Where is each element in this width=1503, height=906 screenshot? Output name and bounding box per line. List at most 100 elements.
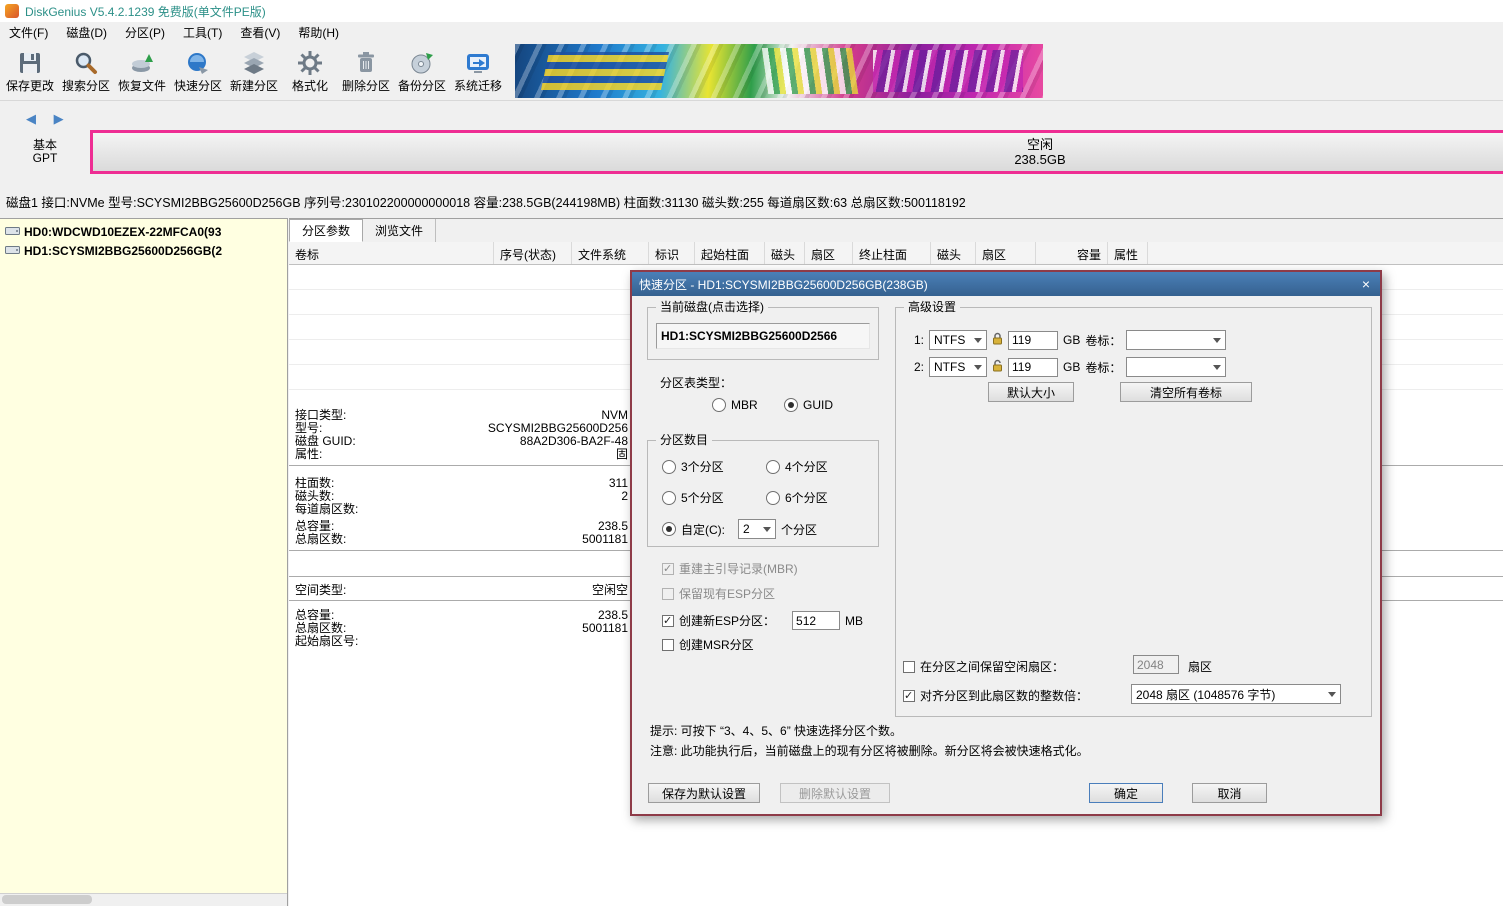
col-status: 序号(状态) — [494, 242, 572, 264]
partition-count-group: 分区数目 3个分区 4个分区 5个分区 6个分区 自定(C): 2 个分区 — [647, 433, 879, 547]
partition-row-1: 1: NTFS GB 卷标： — [914, 330, 1227, 350]
format-button[interactable]: 格式化 — [282, 43, 338, 99]
create-esp-checkbox[interactable] — [662, 614, 674, 627]
hard-disk-icon — [5, 224, 20, 240]
dialog-titlebar[interactable]: 快速分区 - HD1:SCYSMI2BBG25600D256GB(238GB) … — [632, 272, 1380, 296]
lock-open-icon[interactable] — [992, 359, 1003, 375]
rebuild-mbr-option: 重建主引导记录(MBR) — [662, 560, 798, 577]
format-gear-icon — [297, 50, 323, 79]
delete-partition-button[interactable]: 删除分区 — [338, 43, 394, 99]
tab-partition-parameters[interactable]: 分区参数 — [289, 219, 364, 242]
count-3-radio[interactable] — [662, 459, 676, 474]
col-sector: 扇区 — [805, 242, 853, 264]
advanced-settings-label: 高级设置 — [904, 300, 961, 314]
volume-label-select-1[interactable] — [1126, 330, 1227, 350]
new-partition-button[interactable]: 新建分区 — [226, 43, 282, 99]
col-sector-2: 扇区 — [976, 242, 1036, 264]
partition-2-index: 2: — [914, 360, 925, 374]
chevron-down-icon — [974, 364, 983, 370]
fs-select-1[interactable]: NTFS — [929, 330, 988, 350]
col-start-cylinder: 起始柱面 — [695, 242, 765, 264]
promo-banner[interactable] — [515, 44, 1043, 98]
default-size-button[interactable]: 默认大小 — [988, 382, 1074, 402]
backup-partition-button[interactable]: 备份分区 — [394, 43, 450, 99]
search-partition-button[interactable]: 搜索分区 — [58, 43, 114, 99]
quick-partition-dialog: 快速分区 - HD1:SCYSMI2BBG25600D256GB(238GB) … — [630, 270, 1382, 816]
cancel-button[interactable]: 取消 — [1192, 783, 1267, 803]
tree-item-hd0[interactable]: HD0:WDCWD10EZEX-22MFCA0(93 — [0, 222, 287, 241]
lock-closed-icon[interactable] — [992, 332, 1003, 348]
ok-button[interactable]: 确定 — [1089, 783, 1163, 803]
count-6-option: 6个分区 — [766, 489, 828, 506]
migrate-icon — [465, 50, 491, 79]
col-attributes: 属性 — [1108, 242, 1148, 264]
save-changes-button[interactable]: 保存更改 — [2, 43, 58, 99]
menu-file[interactable]: 文件(F) — [0, 22, 57, 43]
app-icon — [5, 4, 19, 18]
custom-count-suffix: 个分区 — [781, 522, 818, 537]
col-capacity: 容量 — [1036, 242, 1108, 264]
table-header: 卷标 序号(状态) 文件系统 标识 起始柱面 磁头 扇区 终止柱面 磁头 扇区 … — [289, 242, 1503, 265]
dialog-title: 快速分区 - HD1:SCYSMI2BBG25600D256GB(238GB) — [639, 277, 928, 292]
guid-radio[interactable] — [784, 398, 798, 412]
menu-tools[interactable]: 工具(T) — [174, 22, 231, 43]
trash-icon — [353, 50, 379, 79]
partition-count-group-label: 分区数目 — [656, 433, 713, 447]
dialog-body: 当前磁盘(点击选择) HD1:SCYSMI2BBG25600D2566 分区表类… — [632, 296, 1380, 814]
size-unit-1: GB — [1063, 333, 1081, 347]
guid-option: GUID — [784, 398, 833, 412]
create-msr-option: 创建MSR分区 — [662, 636, 754, 653]
custom-count-select[interactable]: 2 — [738, 519, 776, 539]
count-6-radio[interactable] — [766, 490, 780, 505]
disk-tree-panel: HD0:WDCWD10EZEX-22MFCA0(93 HD1:SCYSMI2BB… — [0, 218, 288, 906]
count-4-radio[interactable] — [766, 459, 780, 474]
volume-label-caption-2: 卷标： — [1085, 360, 1122, 375]
reserve-sectors-option: 在分区之间保留空闲扇区： — [903, 658, 1064, 675]
save-icon — [17, 50, 43, 79]
app-window: DiskGenius V5.4.2.1239 免费版(单文件PE版) 文件(F)… — [0, 0, 1503, 906]
mbr-radio[interactable] — [712, 398, 726, 412]
menu-disk[interactable]: 磁盘(D) — [57, 22, 116, 43]
reserve-sectors-checkbox[interactable] — [903, 660, 915, 673]
custom-count-option: 自定(C): 2 个分区 — [662, 519, 817, 539]
detail-row: 空间类型: 空闲空 — [295, 583, 628, 597]
tree-item-hd1[interactable]: HD1:SCYSMI2BBG25600D256GB(2 — [0, 241, 287, 260]
volume-label-select-2[interactable] — [1126, 357, 1227, 377]
count-3-option: 3个分区 — [662, 458, 724, 475]
partition-nav-arrows[interactable]: ◀ ▶ — [26, 111, 71, 127]
custom-count-radio[interactable] — [662, 522, 676, 536]
tree-hscrollbar[interactable] — [0, 893, 287, 906]
chevron-down-icon — [763, 526, 771, 532]
clear-labels-button[interactable]: 清空所有卷标 — [1120, 382, 1252, 402]
size-input-1[interactable] — [1008, 330, 1059, 350]
promo-banner-block2 — [761, 48, 859, 94]
fs-select-2[interactable]: NTFS — [929, 357, 988, 377]
tab-browse-files[interactable]: 浏览文件 — [363, 219, 437, 242]
tree-hscrollbar-thumb[interactable] — [2, 895, 92, 904]
current-disk-box[interactable]: HD1:SCYSMI2BBG25600D2566 — [656, 323, 870, 349]
free-space-bar[interactable]: 空闲 238.5GB — [90, 130, 1503, 174]
menu-view[interactable]: 查看(V) — [231, 22, 289, 43]
quick-partition-button[interactable]: 快速分区 — [170, 43, 226, 99]
recover-files-button[interactable]: 恢复文件 — [114, 43, 170, 99]
align-checkbox[interactable] — [903, 689, 915, 702]
current-disk-group: 当前磁盘(点击选择) HD1:SCYSMI2BBG25600D2566 — [647, 300, 879, 360]
close-icon[interactable]: × — [1362, 276, 1370, 292]
size-input-2[interactable] — [1008, 357, 1059, 377]
count-5-radio[interactable] — [662, 490, 676, 505]
menu-partition[interactable]: 分区(P) — [116, 22, 174, 43]
esp-size-input[interactable] — [792, 611, 841, 630]
system-migration-button[interactable]: 系统迁移 — [450, 43, 506, 99]
backup-icon — [409, 50, 435, 79]
window-title: DiskGenius V5.4.2.1239 免费版(单文件PE版) — [25, 4, 266, 19]
volume-label-caption-1: 卷标： — [1085, 333, 1122, 348]
free-space-size: 238.5GB — [1014, 152, 1066, 167]
delete-default-button: 删除默认设置 — [780, 783, 890, 803]
detail-row: 每道扇区数: — [295, 502, 359, 516]
save-default-button[interactable]: 保存为默认设置 — [648, 783, 760, 803]
keep-esp-checkbox — [662, 587, 674, 600]
create-msr-checkbox[interactable] — [662, 638, 674, 651]
menu-help[interactable]: 帮助(H) — [289, 22, 348, 43]
align-select[interactable]: 2048 扇区 (1048576 字节) — [1131, 684, 1341, 704]
toolbar: 保存更改 搜索分区 恢复文件 快速分区 新建分区 格式化 删除分区 备份分区 系… — [0, 43, 1503, 101]
